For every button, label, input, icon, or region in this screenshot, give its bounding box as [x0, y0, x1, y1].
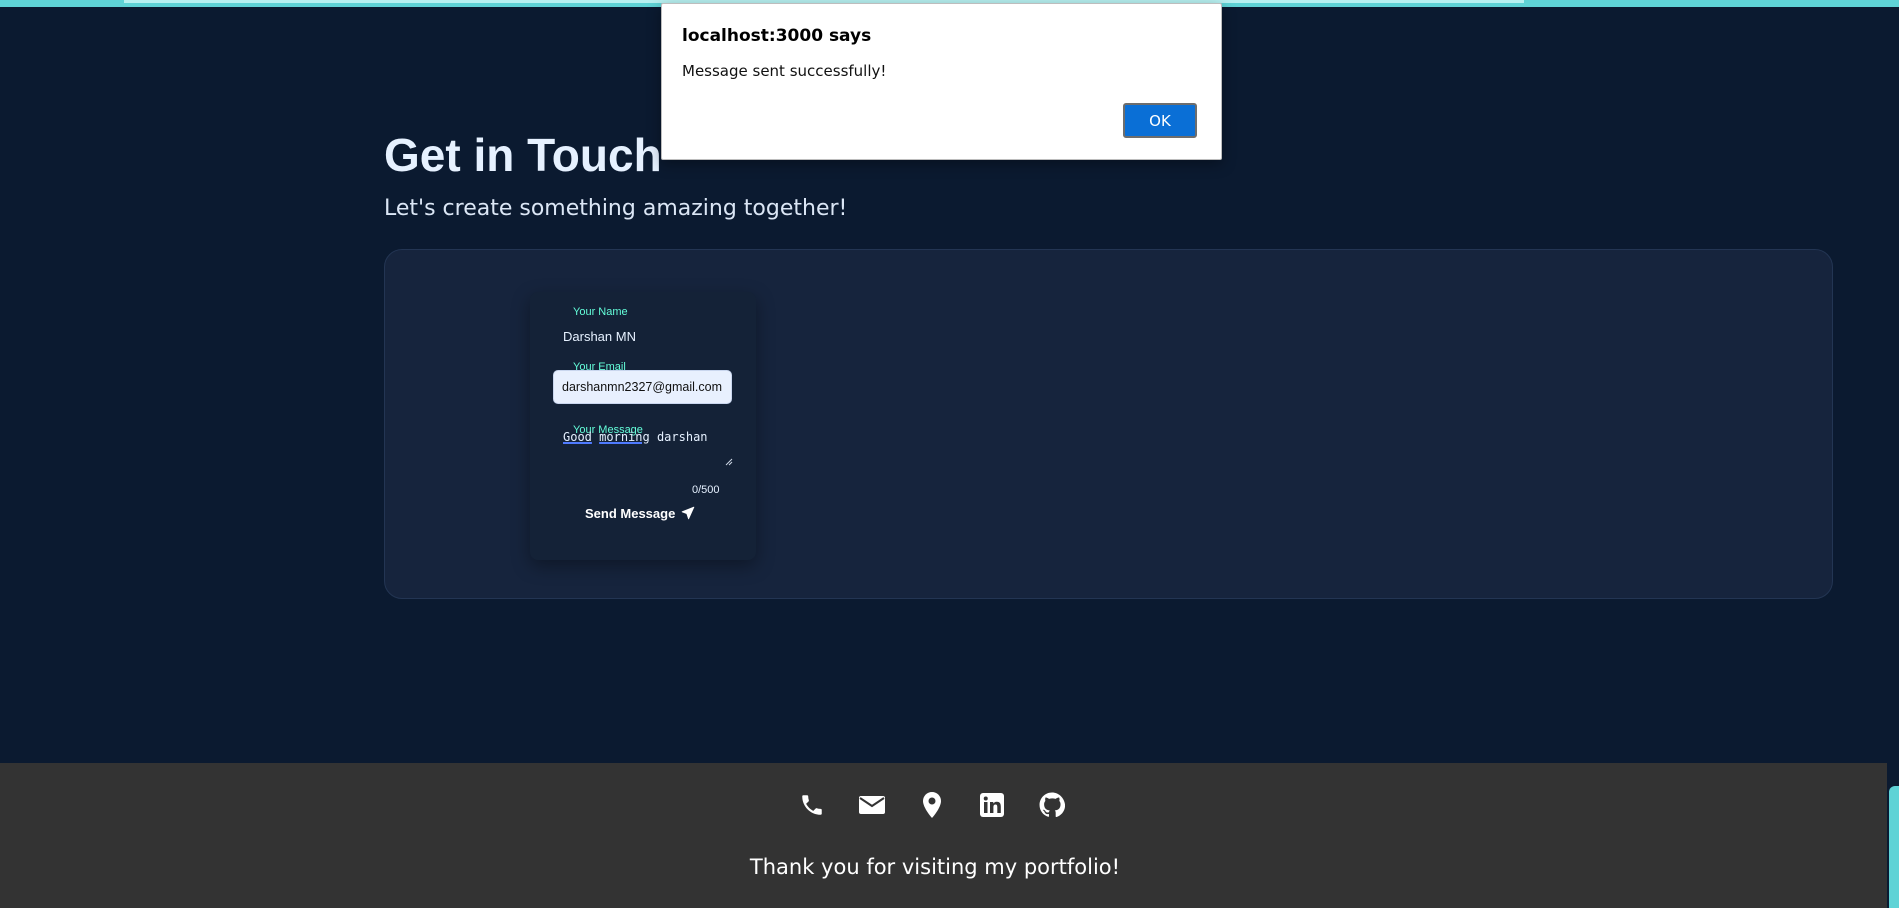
email-icon[interactable]	[857, 790, 887, 820]
paper-plane-icon	[682, 506, 695, 520]
footer-social-links	[797, 790, 1067, 820]
section-title: Get in Touch	[384, 129, 662, 181]
dialog-title: localhost:3000 says	[682, 26, 872, 46]
dialog-message: Message sent successfully!	[682, 62, 887, 80]
name-field[interactable]: Darshan MN	[563, 329, 636, 344]
scrollbar-thumb[interactable]	[1889, 786, 1899, 908]
message-textarea[interactable]: Good morning darshan	[553, 430, 733, 466]
character-count: 0/500	[692, 484, 720, 496]
section-subtitle: Let's create something amazing together!	[384, 196, 848, 221]
site-footer	[0, 763, 1887, 908]
contact-card: Your Name Darshan MN Your Email darshanm…	[384, 249, 1833, 599]
name-label: Your Name	[573, 306, 628, 318]
contact-form: Your Name Darshan MN Your Email darshanm…	[530, 292, 756, 560]
footer-thanks-text: Thank you for visiting my portfolio!	[749, 855, 1121, 879]
alert-dialog: localhost:3000 says Message sent success…	[661, 3, 1222, 160]
portfolio-page: Get in Touch Let's create something amaz…	[0, 0, 1899, 908]
message-word: morning	[599, 430, 650, 444]
message-word: Good	[563, 430, 592, 444]
github-icon[interactable]	[1037, 790, 1067, 820]
dialog-ok-button[interactable]: OK	[1123, 103, 1197, 138]
message-word: darshan	[656, 430, 708, 444]
linkedin-icon[interactable]	[977, 790, 1007, 820]
email-field[interactable]: darshanmn2327@gmail.com	[553, 370, 732, 404]
resize-handle-icon[interactable]	[725, 458, 733, 466]
message-text: Good morning darshan	[563, 430, 708, 444]
send-message-button[interactable]: Send Message	[585, 502, 695, 524]
send-button-label: Send Message	[585, 505, 676, 521]
phone-icon[interactable]	[797, 790, 827, 820]
location-icon[interactable]	[917, 790, 947, 820]
